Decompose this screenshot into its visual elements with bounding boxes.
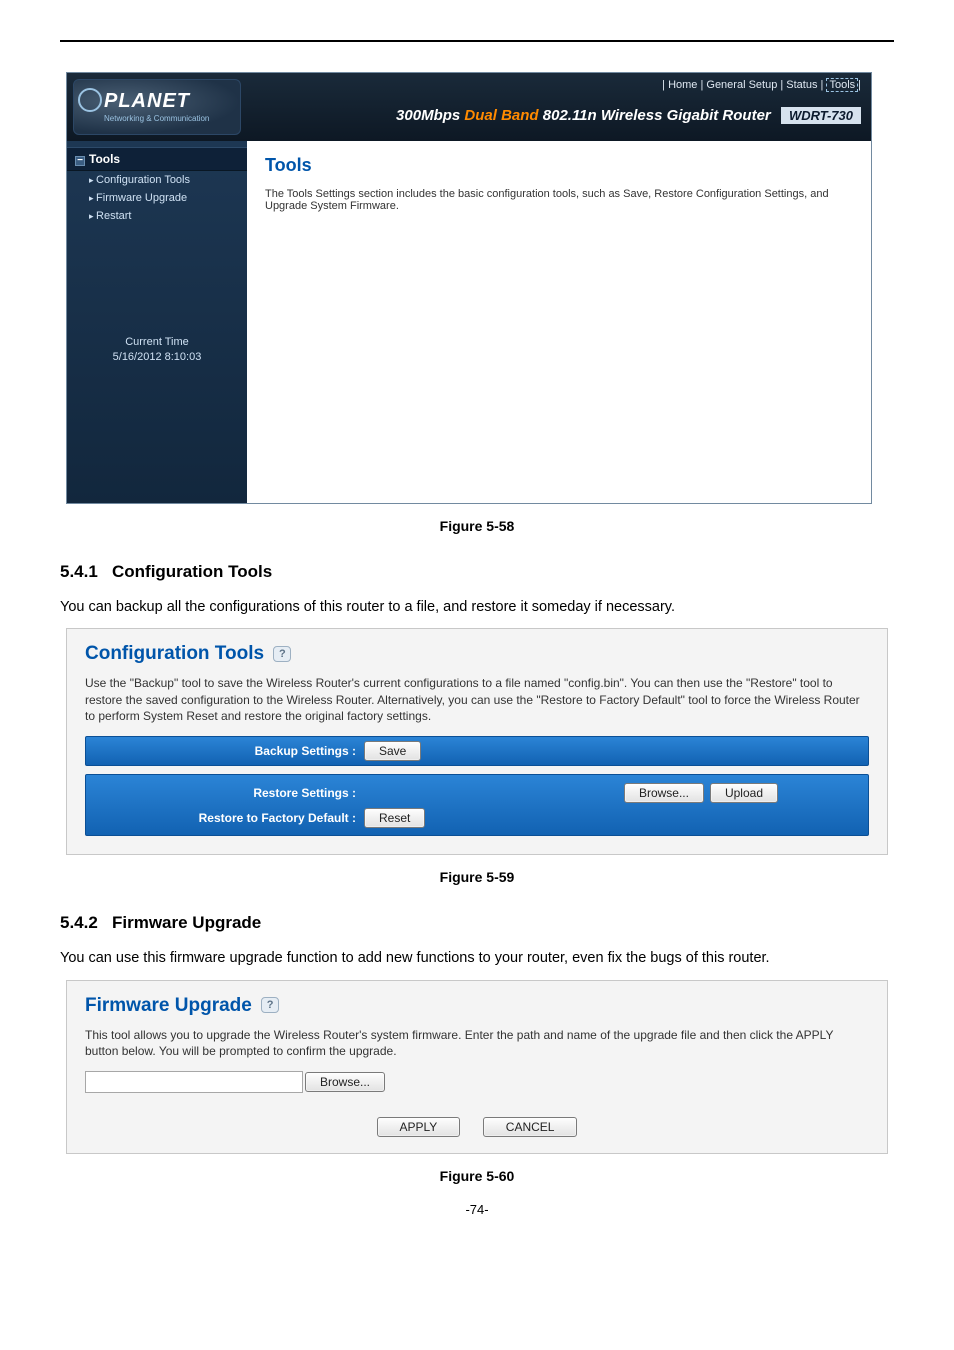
header-product-title: 300Mbps Dual Band 802.11n Wireless Gigab… (396, 107, 861, 124)
restore-settings-block: Restore Settings : Browse... Upload Rest… (85, 774, 869, 836)
collapse-icon[interactable]: − (75, 156, 85, 166)
upload-button[interactable]: Upload (710, 783, 778, 803)
router-header: PLANET Networking & Communication | Home… (67, 73, 871, 141)
reset-button[interactable]: Reset (364, 808, 425, 828)
globe-icon (78, 88, 102, 112)
heading-number: 5.4.2 (60, 913, 98, 932)
heading-number: 5.4.1 (60, 562, 98, 581)
current-time-label: Current Time (67, 335, 247, 350)
router-main-pane: Tools The Tools Settings section include… (247, 141, 871, 503)
header-nav-links: | Home | General Setup | Status | Tools| (662, 79, 861, 91)
para-5-4-2: You can use this firmware upgrade functi… (60, 947, 894, 969)
figure-5-59-caption: Figure 5-59 (60, 869, 894, 885)
header-link-tools[interactable]: Tools (826, 78, 858, 92)
logo-subtext: Networking & Communication (104, 114, 209, 123)
figure-5-58-caption: Figure 5-58 (60, 518, 894, 534)
model-badge: WDRT-730 (781, 107, 861, 124)
backup-settings-row: Backup Settings : Save (85, 736, 869, 766)
current-time-value: 5/16/2012 8:10:03 (67, 350, 247, 365)
fw-browse-button[interactable]: Browse... (305, 1072, 385, 1092)
save-button[interactable]: Save (364, 741, 421, 761)
page-top-divider (60, 40, 894, 42)
title-dual-band: Dual Band (464, 107, 538, 124)
fw-panel-desc: This tool allows you to upgrade the Wire… (85, 1027, 869, 1059)
cancel-button[interactable]: CANCEL (483, 1117, 578, 1137)
fw-panel-title: Firmware Upgrade ? (85, 995, 869, 1017)
apply-button[interactable]: APPLY (377, 1117, 461, 1137)
page-number: -74- (60, 1202, 894, 1217)
sidebar-item-firmware-upgrade[interactable]: Firmware Upgrade (67, 189, 247, 207)
main-description: The Tools Settings section includes the … (265, 188, 853, 212)
router-sidebar: −Tools Configuration Tools Firmware Upgr… (67, 141, 247, 503)
cfg-panel-desc: Use the "Backup" tool to save the Wirele… (85, 675, 869, 724)
heading-title: Firmware Upgrade (112, 913, 261, 932)
firmware-upgrade-panel: Firmware Upgrade ? This tool allows you … (66, 980, 888, 1154)
header-links-text[interactable]: | Home | General Setup | Status | (662, 79, 823, 91)
title-prefix: 300Mbps (396, 107, 464, 124)
sidebar-item-restart[interactable]: Restart (67, 207, 247, 225)
browse-button[interactable]: Browse... (624, 783, 704, 803)
sidebar-group-tools[interactable]: −Tools (67, 147, 247, 171)
cfg-panel-title: Configuration Tools ? (85, 643, 869, 665)
configuration-tools-panel: Configuration Tools ? Use the "Backup" t… (66, 628, 888, 855)
planet-logo: PLANET Networking & Communication (73, 79, 241, 135)
firmware-file-row: Browse... (85, 1071, 869, 1093)
heading-5-4-1: 5.4.1 Configuration Tools (60, 562, 894, 582)
firmware-file-input[interactable] (85, 1071, 303, 1093)
title-suffix: 802.11n Wireless Gigabit Router (539, 107, 771, 124)
sidebar-item-configuration-tools[interactable]: Configuration Tools (67, 171, 247, 189)
para-5-4-1: You can backup all the configurations of… (60, 596, 894, 618)
figure-5-60-caption: Figure 5-60 (60, 1168, 894, 1184)
restore-settings-label: Restore Settings : (86, 786, 364, 800)
backup-settings-label: Backup Settings : (86, 744, 364, 758)
heading-5-4-2: 5.4.2 Firmware Upgrade (60, 913, 894, 933)
sidebar-current-time: Current Time 5/16/2012 8:10:03 (67, 335, 247, 366)
main-title: Tools (265, 155, 853, 176)
heading-title: Configuration Tools (112, 562, 272, 581)
restore-factory-label: Restore to Factory Default : (86, 811, 364, 825)
help-icon[interactable]: ? (261, 997, 279, 1013)
router-admin-screenshot: PLANET Networking & Communication | Home… (66, 72, 872, 504)
logo-text: PLANET (104, 90, 190, 113)
help-icon[interactable]: ? (273, 646, 291, 662)
